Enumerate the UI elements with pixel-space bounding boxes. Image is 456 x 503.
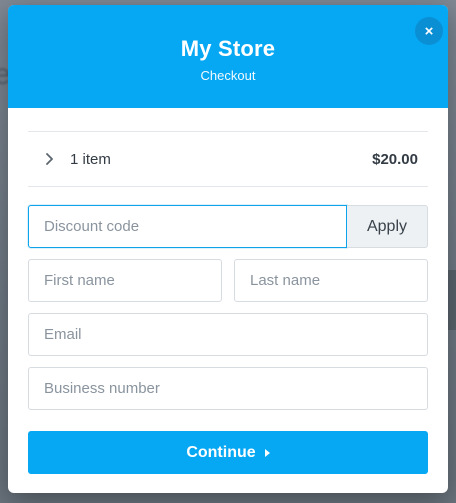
continue-label: Continue [186,443,256,461]
apply-button[interactable]: Apply [347,205,428,248]
item-count: 1 item [70,150,111,168]
first-name-field[interactable] [28,259,222,302]
store-title: My Store [180,36,276,61]
continue-button[interactable]: Continue [28,431,428,474]
close-button[interactable]: × [415,17,443,45]
chevron-right-icon [45,153,55,165]
business-number-field[interactable] [28,367,428,410]
caret-right-icon [264,448,270,457]
close-icon: × [424,22,434,40]
modal-header: My Store Checkout × [8,5,448,108]
checkout-subtitle: Checkout [200,68,256,83]
discount-code-input[interactable] [28,205,347,248]
discount-group: Apply [28,205,428,248]
checkout-modal: My Store Checkout × 1 item $20.00 Apply … [8,5,448,493]
order-total: $20.00 [372,150,418,168]
order-summary-row[interactable]: 1 item $20.00 [28,131,428,187]
email-field[interactable] [28,313,428,356]
last-name-field[interactable] [234,259,428,302]
